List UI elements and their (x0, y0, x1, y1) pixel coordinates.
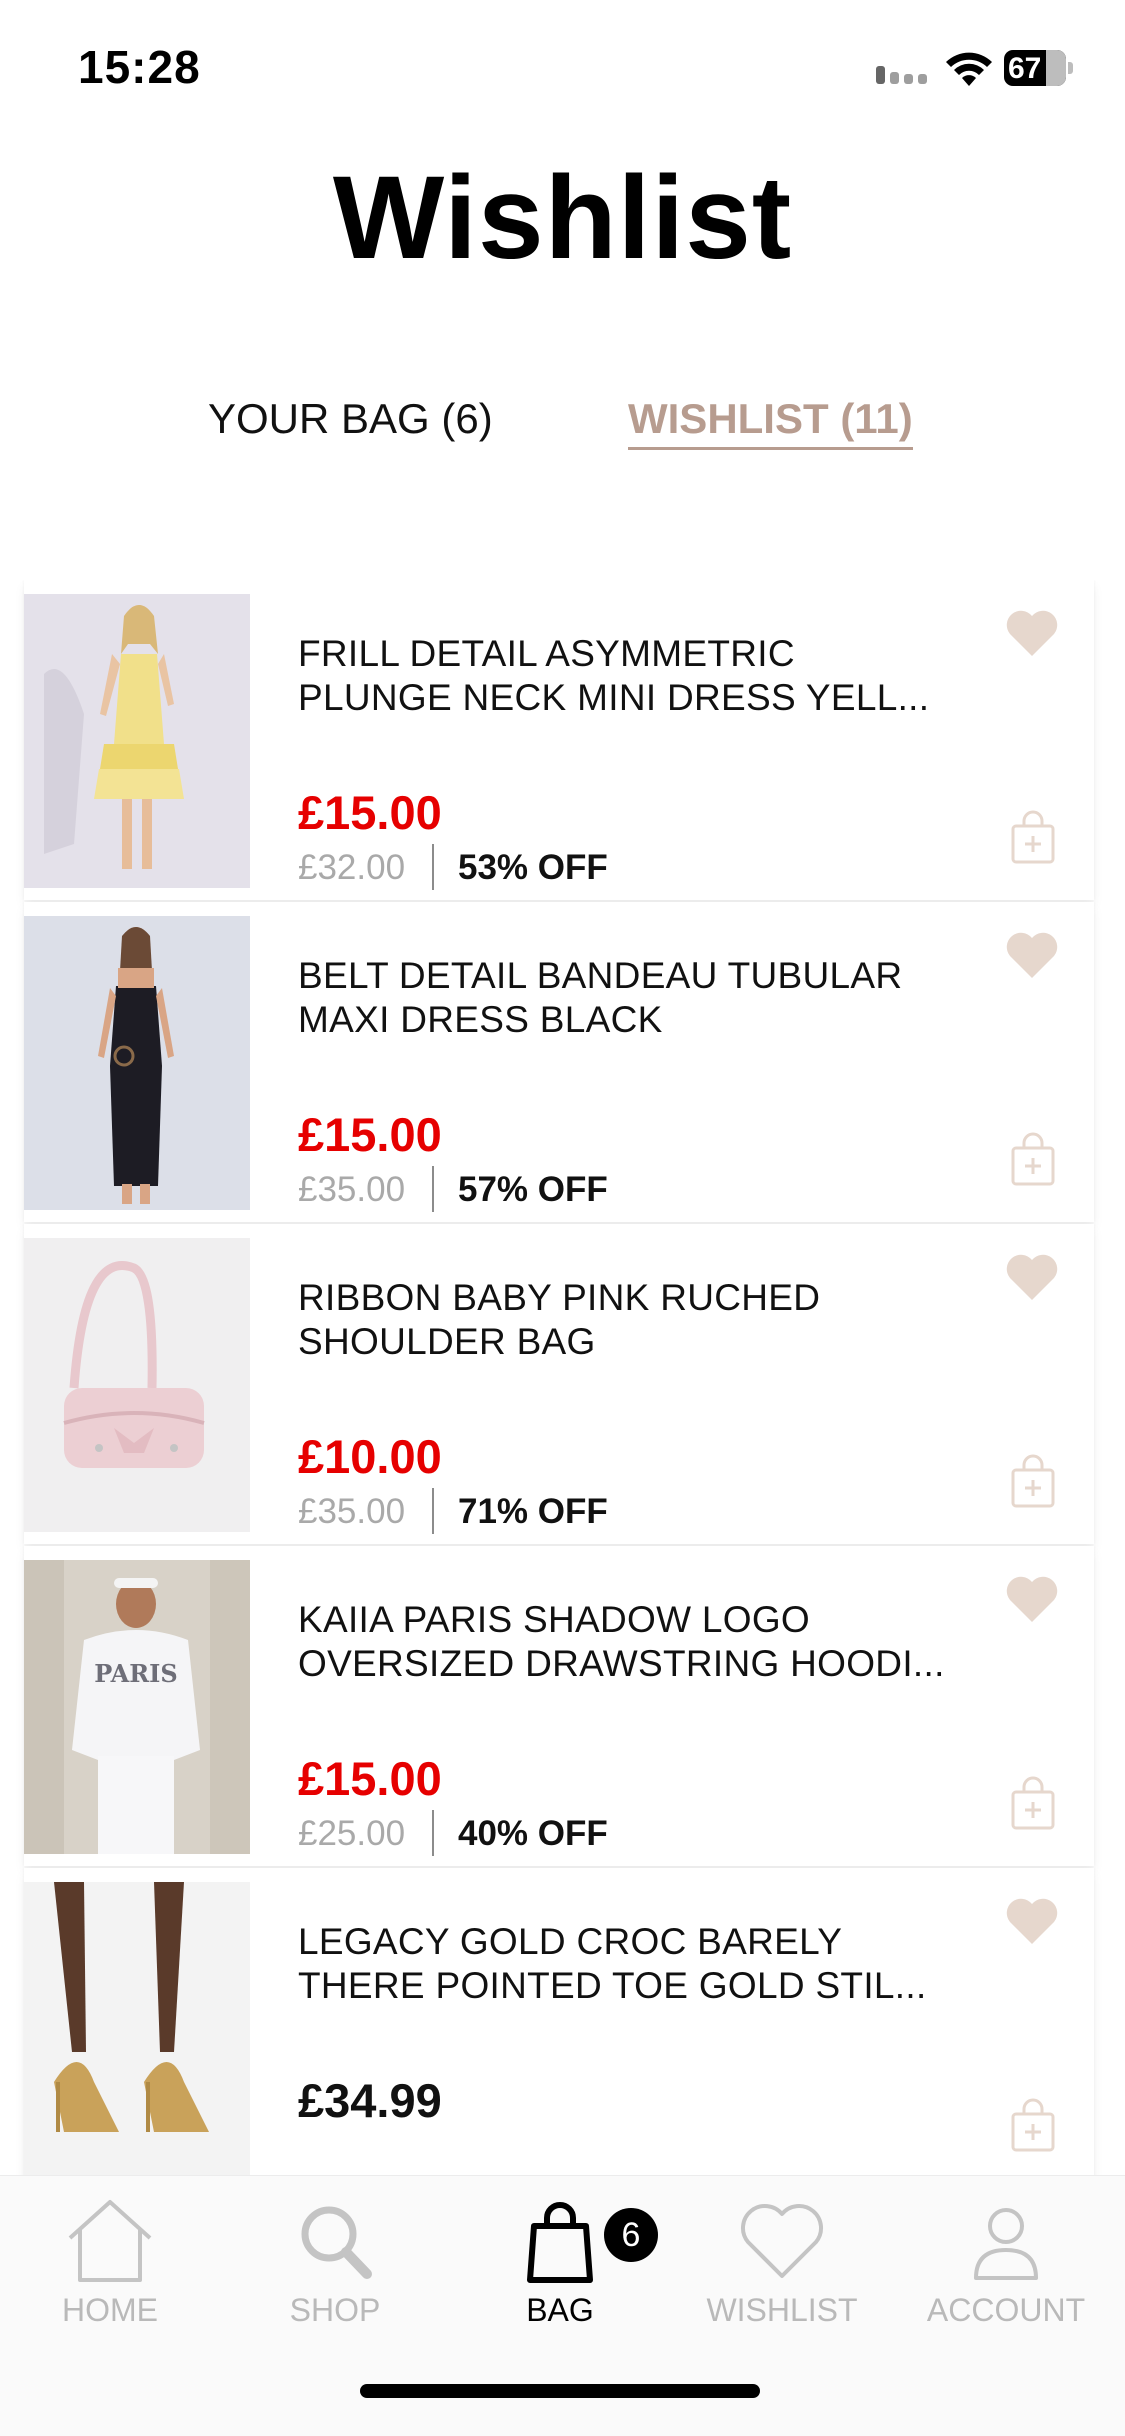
nav-account[interactable]: ACCOUNT (906, 2198, 1106, 2329)
nav-bag[interactable]: BAG 6 (460, 2198, 660, 2329)
product-name[interactable]: FRILL DETAIL ASYMMETRIC PLUNGE NECK MINI… (298, 632, 998, 720)
nav-shop-label: SHOP (289, 2292, 381, 2328)
tab-wishlist[interactable]: WISHLIST (11) (628, 395, 913, 450)
add-to-bag-icon[interactable] (1010, 1132, 1056, 1186)
bag-count-badge: 6 (604, 2208, 658, 2262)
discount-label: 57% OFF (458, 1170, 608, 1209)
nav-bag-label: BAG (526, 2292, 594, 2328)
list-item[interactable]: FRILL DETAIL ASYMMETRIC PLUNGE NECK MINI… (24, 580, 1094, 900)
original-price: £32.00 (298, 848, 406, 887)
product-name[interactable]: KAIIA PARIS SHADOW LOGO OVERSIZED DRAWST… (298, 1598, 998, 1686)
product-image[interactable] (24, 1882, 250, 2175)
add-to-bag-icon[interactable] (1010, 2098, 1056, 2152)
heart-outline-icon (740, 2203, 824, 2278)
page-title: Wishlist (332, 152, 793, 284)
product-photo-hoodie: PARIS (24, 1560, 250, 1854)
heart-icon[interactable] (1004, 608, 1060, 658)
add-to-bag-icon[interactable] (1010, 810, 1056, 864)
home-indicator (360, 2384, 760, 2398)
wifi-icon (946, 52, 992, 86)
nav-shop[interactable]: SHOP (235, 2198, 435, 2329)
search-icon (301, 2206, 372, 2279)
wishlist-screen: 15:28 67 Wishlist YOUR BAG (6) WISHLIST … (0, 0, 1125, 2436)
nav-account-label: ACCOUNT (926, 2292, 1086, 2328)
product-image[interactable] (24, 916, 250, 1210)
cellular-signal-icon (876, 66, 932, 84)
list-item[interactable]: PARIS KAIIA PARIS SHADOW LOGO OVERSIZED … (24, 1546, 1094, 1866)
price-divider (432, 1810, 434, 1856)
product-image[interactable] (24, 1238, 250, 1532)
heart-icon[interactable] (1004, 1896, 1060, 1946)
list-item[interactable]: LEGACY GOLD CROC BARELY THERE POINTED TO… (24, 1868, 1094, 2175)
sale-price: £15.00 (298, 1752, 442, 1805)
home-icon (68, 2200, 152, 2282)
original-price: £35.00 (298, 1492, 406, 1531)
product-image[interactable] (24, 594, 250, 888)
original-price: £35.00 (298, 1170, 406, 1209)
nav-wishlist-label: WISHLIST (706, 2292, 858, 2328)
price-divider (432, 844, 434, 890)
add-to-bag-icon[interactable] (1010, 1454, 1056, 1508)
product-name[interactable]: RIBBON BABY PINK RUCHED SHOULDER BAG (298, 1276, 998, 1364)
sale-price: £15.00 (298, 1108, 442, 1161)
user-icon (974, 2208, 1038, 2280)
product-photo-pink-bag (24, 1238, 250, 1532)
list-item[interactable]: RIBBON BABY PINK RUCHED SHOULDER BAG £10… (24, 1224, 1094, 1544)
heart-icon[interactable] (1004, 1574, 1060, 1624)
add-to-bag-icon[interactable] (1010, 1776, 1056, 1830)
price: £34.99 (298, 2074, 442, 2127)
product-name[interactable]: LEGACY GOLD CROC BARELY THERE POINTED TO… (298, 1920, 998, 2008)
heart-icon[interactable] (1004, 1252, 1060, 1302)
hoodie-print-text: PARIS (94, 1659, 177, 1688)
price-divider (432, 1488, 434, 1534)
discount-label: 53% OFF (458, 848, 608, 887)
nav-home[interactable]: HOME (10, 2198, 210, 2329)
battery-level: 67 (1008, 52, 1042, 85)
price-divider (432, 1166, 434, 1212)
heart-icon[interactable] (1004, 930, 1060, 980)
product-image[interactable]: PARIS (24, 1560, 250, 1854)
shopping-bag-icon (527, 2202, 593, 2283)
list-item[interactable]: BELT DETAIL BANDEAU TUBULAR MAXI DRESS B… (24, 902, 1094, 1222)
tab-bar: YOUR BAG (6) WISHLIST (11) (0, 395, 1125, 455)
wishlist-list[interactable]: FRILL DETAIL ASYMMETRIC PLUNGE NECK MINI… (0, 580, 1125, 2175)
sale-price: £15.00 (298, 786, 442, 839)
battery-icon: 67 (1004, 50, 1073, 86)
status-time: 15:28 (78, 41, 201, 93)
original-price: £25.00 (298, 1814, 406, 1853)
product-photo-gold-heels (24, 1882, 250, 2175)
sale-price: £10.00 (298, 1430, 442, 1483)
discount-label: 71% OFF (458, 1492, 608, 1531)
product-name[interactable]: BELT DETAIL BANDEAU TUBULAR MAXI DRESS B… (298, 954, 998, 1042)
product-photo-yellow-dress (24, 594, 250, 888)
discount-label: 40% OFF (458, 1814, 608, 1853)
nav-wishlist[interactable]: WISHLIST (682, 2198, 882, 2329)
nav-home-label: HOME (62, 2292, 158, 2328)
tab-your-bag[interactable]: YOUR BAG (6) (208, 395, 493, 443)
product-photo-black-dress (24, 916, 250, 1210)
status-bar: 15:28 67 (0, 0, 1125, 140)
